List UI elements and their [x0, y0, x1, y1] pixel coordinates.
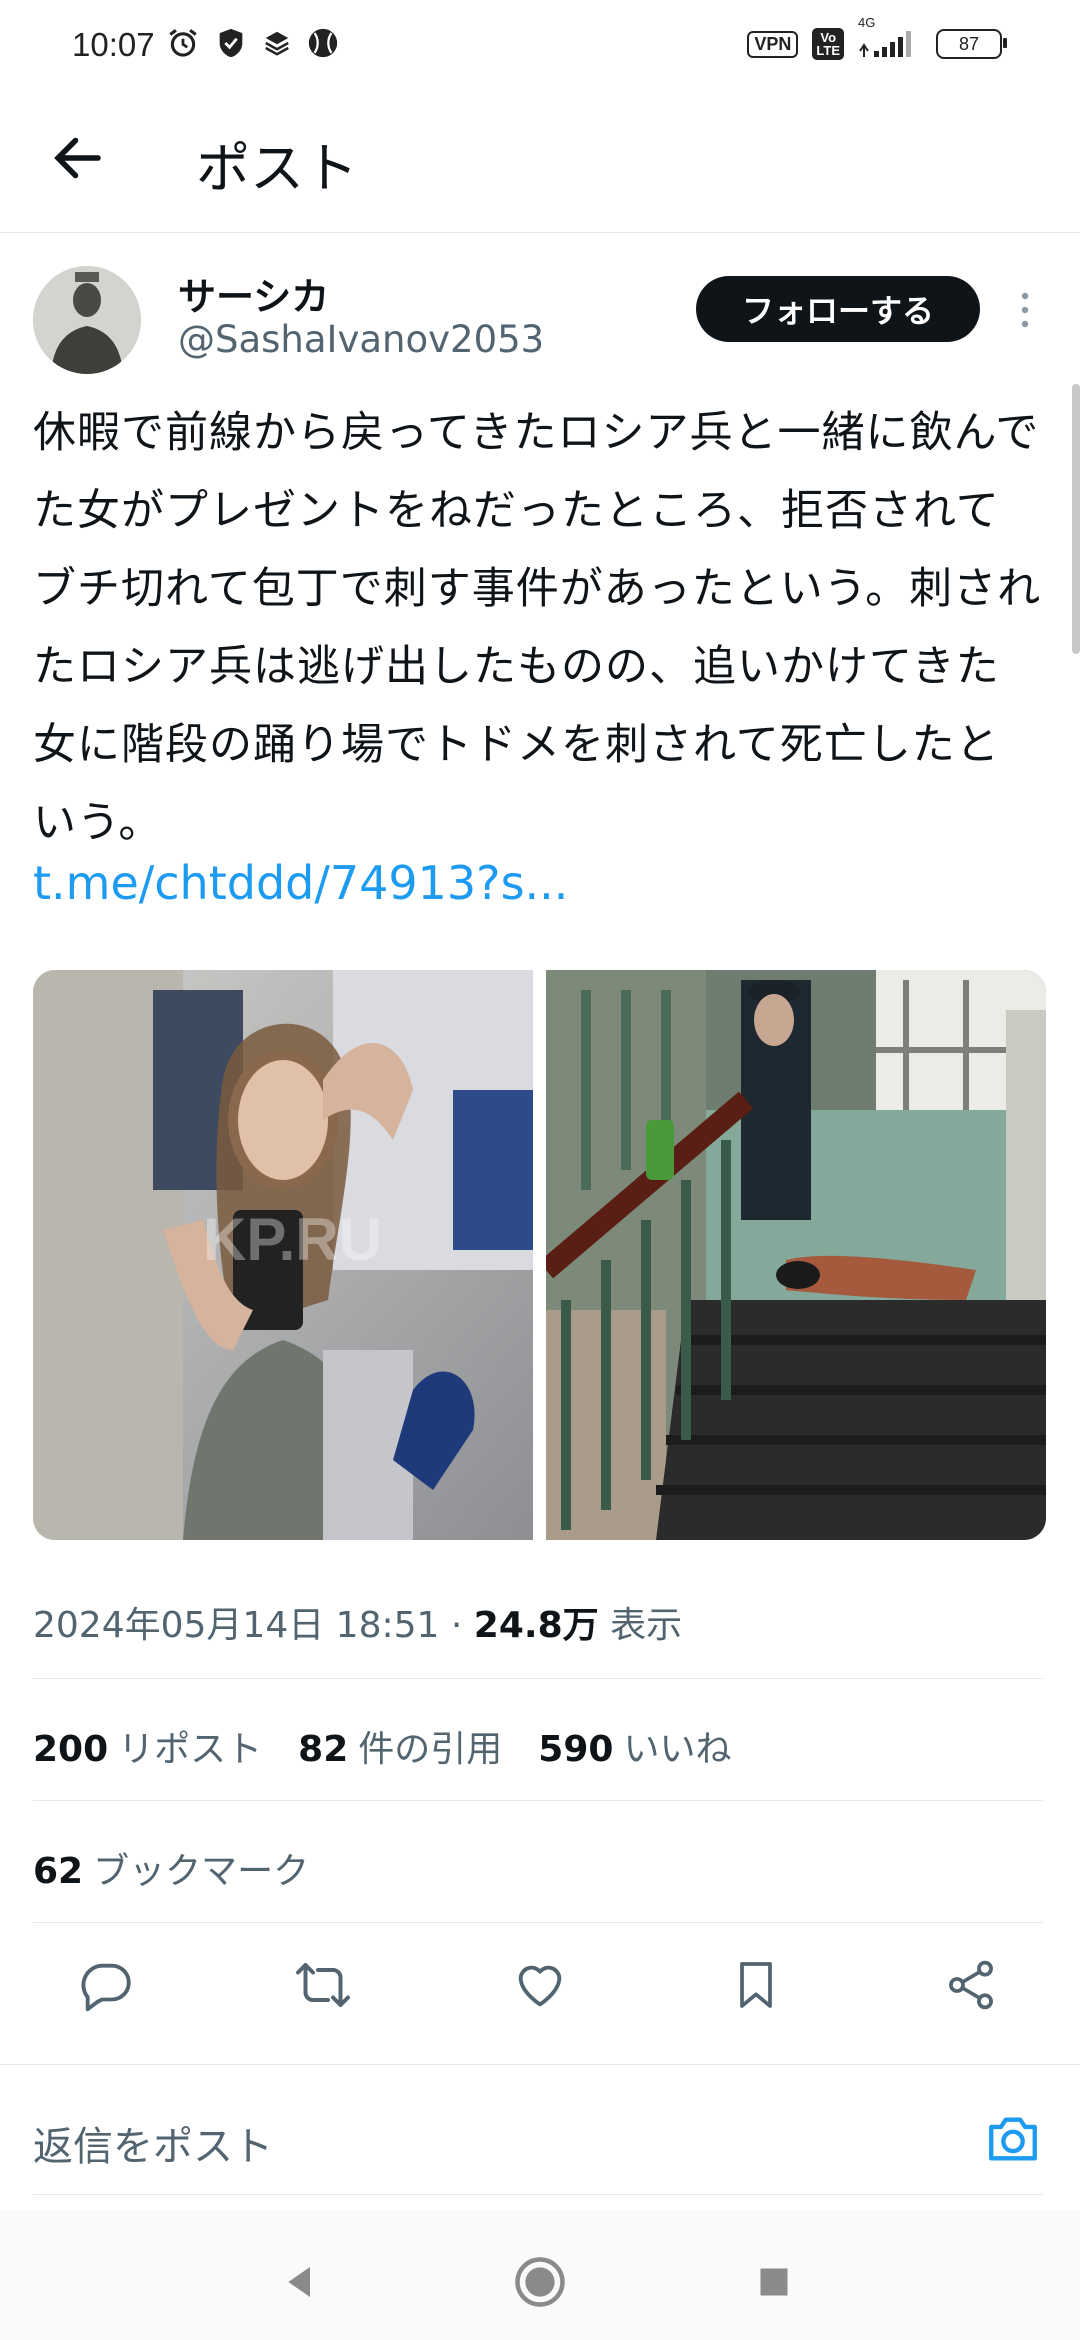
top-app-bar: ポスト: [0, 96, 1080, 233]
nav-home-icon: [515, 2257, 565, 2307]
reposts-count: 200: [33, 1729, 109, 1770]
meta-separator: ·: [450, 1605, 463, 1646]
reply-input[interactable]: 返信をポスト: [33, 2114, 273, 2172]
reposts-stat[interactable]: 200 リポスト: [33, 1720, 262, 1772]
volte-indicator: Vo LTE: [812, 28, 844, 60]
divider: [33, 1678, 1043, 1679]
bookmark-icon: [740, 1962, 772, 2008]
status-system-icons: VPN Vo LTE 4G 87: [747, 15, 1007, 60]
share-icon: [949, 1960, 993, 2010]
kp-watermark: KP.RU: [203, 1206, 382, 1273]
system-navigation-bar: [0, 2210, 1080, 2340]
page-title: ポスト: [196, 137, 358, 200]
shield-icon: [219, 28, 243, 58]
divider: [33, 1800, 1043, 1801]
nav-back-button[interactable]: [270, 2252, 330, 2312]
back-arrow-icon[interactable]: [48, 128, 108, 188]
layers-icon: [265, 31, 289, 56]
signal-icon: [859, 31, 911, 57]
vpn-indicator: VPN: [747, 30, 799, 58]
tweet-text: 休暇で前線から戻ってきたロシア兵と一緒に飲んでた女がプレゼントをねだったところ、…: [33, 408, 1042, 848]
bookmark-button[interactable]: [721, 1950, 791, 2020]
tweet-photo-staircase[interactable]: [546, 970, 1046, 1540]
tweet-photo-selfie[interactable]: KP.RU: [33, 970, 533, 1540]
quotes-count: 82: [298, 1729, 349, 1770]
avatar-image: [33, 266, 141, 374]
tweet-datetime: 2024年05月14日 18:51: [33, 1605, 440, 1646]
likes-stat[interactable]: 590 いいね: [538, 1720, 731, 1772]
quotes-label: 件の引用: [358, 1729, 503, 1770]
network-type: 4G: [858, 15, 876, 30]
volte-bottom: LTE: [816, 43, 840, 58]
divider: [33, 1922, 1043, 1923]
bookmarks-label: ブックマーク: [93, 1851, 310, 1892]
nav-home-button[interactable]: [510, 2252, 570, 2312]
views-count: 24.8万: [473, 1605, 599, 1646]
reply-button[interactable]: [72, 1950, 142, 2020]
follow-button[interactable]: フォローする: [696, 276, 980, 342]
author-display-name[interactable]: サーシカ: [178, 266, 329, 321]
signal-indicator: 4G: [858, 15, 922, 59]
status-time: 10:07: [72, 26, 155, 63]
nav-back-icon: [288, 2267, 310, 2297]
repost-button[interactable]: [288, 1950, 358, 2020]
more-options-icon[interactable]: [1010, 288, 1040, 332]
status-bar: 10:07 VPN Vo LTE 4G 87: [0, 0, 1080, 96]
author-handle[interactable]: @SashaIvanov2053: [178, 318, 544, 361]
likes-label: いいね: [623, 1729, 732, 1770]
likes-count: 590: [538, 1729, 614, 1770]
reply-underline: [33, 2194, 1043, 2195]
ball-icon: [308, 28, 338, 58]
like-icon: [518, 1965, 562, 2007]
quotes-stat[interactable]: 82 件の引用: [298, 1720, 502, 1772]
like-button[interactable]: [505, 1950, 575, 2020]
alarm-icon: [169, 29, 197, 57]
bookmarks-stat[interactable]: 62 ブックマーク: [33, 1842, 309, 1894]
tweet-link[interactable]: t.me/chtddd/74913?s...: [33, 856, 568, 910]
action-bar: [0, 1950, 1080, 2024]
reposts-label: リポスト: [118, 1729, 263, 1770]
staircase-image: [546, 970, 1046, 1540]
selfie-image: KP.RU: [33, 970, 533, 1540]
tweet-meta: 2024年05月14日 18:51 · 24.8万 表示: [33, 1596, 682, 1648]
views-label: 表示: [610, 1605, 683, 1646]
battery-indicator: 87: [936, 29, 1007, 59]
avatar[interactable]: [33, 266, 141, 374]
bookmarks-count: 62: [33, 1851, 84, 1892]
engagement-stats: 200 リポスト 82 件の引用 590 いいね: [33, 1720, 731, 1772]
scrollbar[interactable]: [1072, 384, 1080, 654]
nav-recents-button[interactable]: [744, 2252, 804, 2312]
share-button[interactable]: [936, 1950, 1006, 2020]
camera-icon[interactable]: [984, 2110, 1042, 2168]
nav-recents-icon: [760, 2268, 788, 2296]
reply-icon: [81, 1963, 131, 2012]
repost-icon: [296, 1963, 350, 2007]
status-notification-icons: [166, 26, 340, 60]
